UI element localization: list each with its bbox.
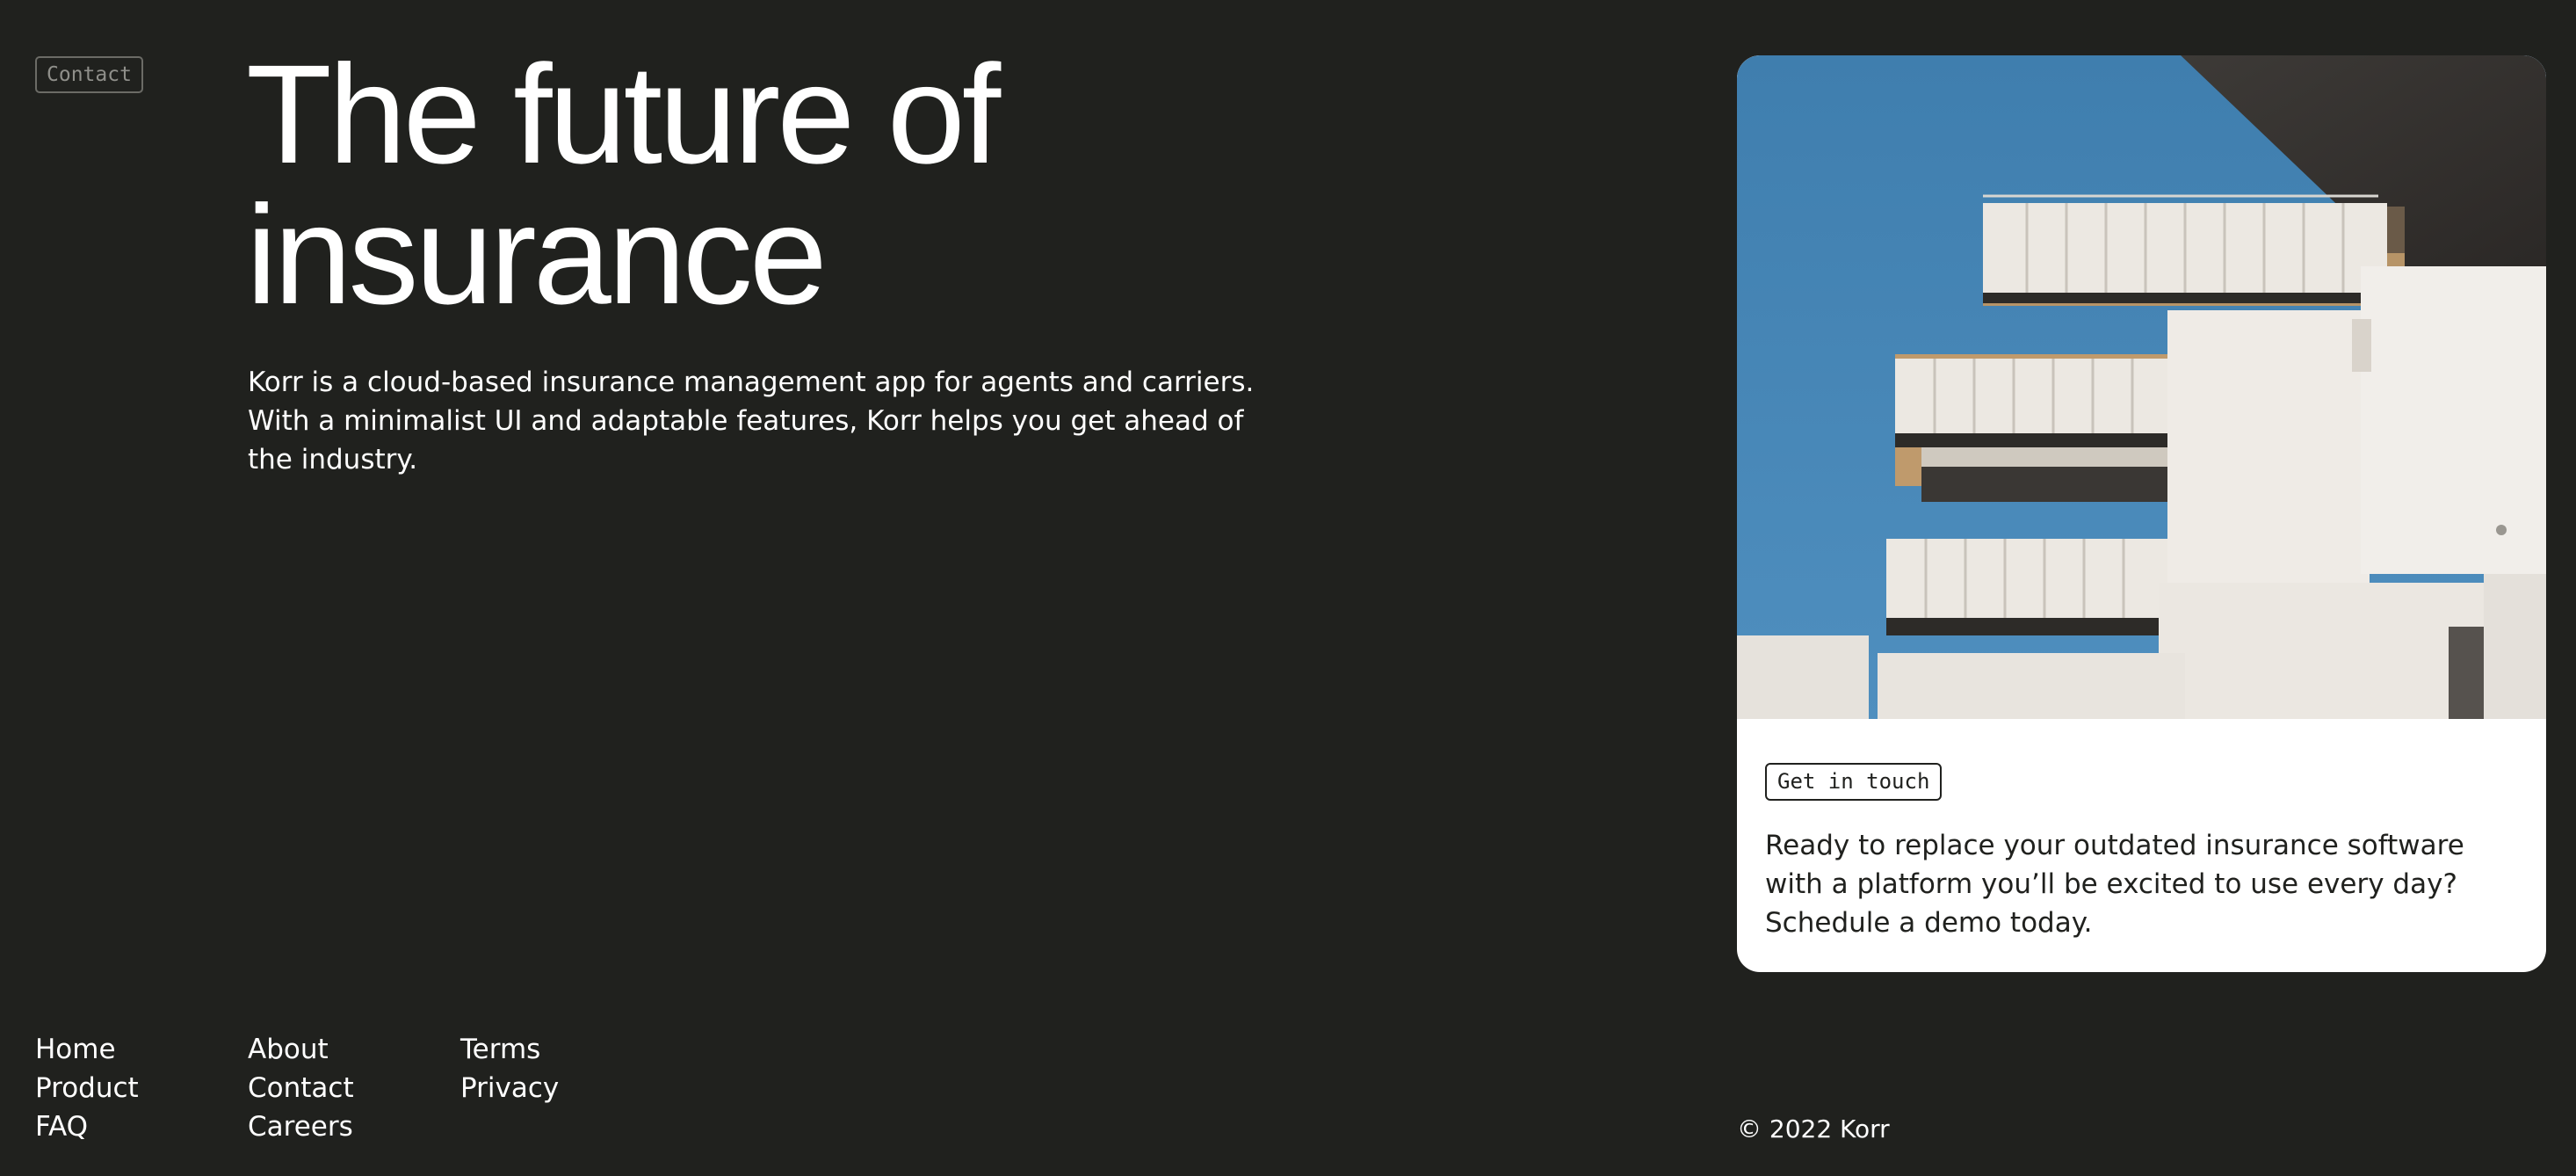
footer-link-terms[interactable]: Terms bbox=[460, 1034, 540, 1065]
footer-column-3: Terms Privacy bbox=[460, 1030, 559, 1107]
footer-link-careers[interactable]: Careers bbox=[248, 1111, 353, 1143]
contact-tag-button[interactable]: Contact bbox=[35, 56, 143, 93]
footer-link-about[interactable]: About bbox=[248, 1034, 329, 1065]
footer-link-product[interactable]: Product bbox=[35, 1072, 139, 1104]
footer-link-privacy[interactable]: Privacy bbox=[460, 1072, 559, 1104]
footer-link-faq[interactable]: FAQ bbox=[35, 1111, 88, 1143]
intro-description: Korr is a cloud-based insurance manageme… bbox=[248, 367, 1255, 475]
footer-link-contact[interactable]: Contact bbox=[248, 1072, 354, 1104]
page-title: The future of insurance bbox=[246, 35, 1001, 333]
headline-line-2: insurance bbox=[246, 176, 828, 333]
footer-column-1: Home Product FAQ bbox=[35, 1030, 139, 1146]
page: Contact The future of insurance Korr is … bbox=[0, 0, 2576, 1176]
contact-card: Get in touch Ready to replace your outda… bbox=[1737, 55, 2546, 972]
building-photo bbox=[1737, 55, 2546, 719]
copyright-text: © 2022 Korr bbox=[1737, 1114, 1890, 1143]
card-description: Ready to replace your outdated insurance… bbox=[1765, 830, 2464, 939]
footer-link-home[interactable]: Home bbox=[35, 1034, 116, 1065]
headline-line-1: The future of bbox=[246, 35, 1001, 192]
footer-column-2: About Contact Careers bbox=[248, 1030, 354, 1146]
get-in-touch-button[interactable]: Get in touch bbox=[1765, 763, 1943, 801]
